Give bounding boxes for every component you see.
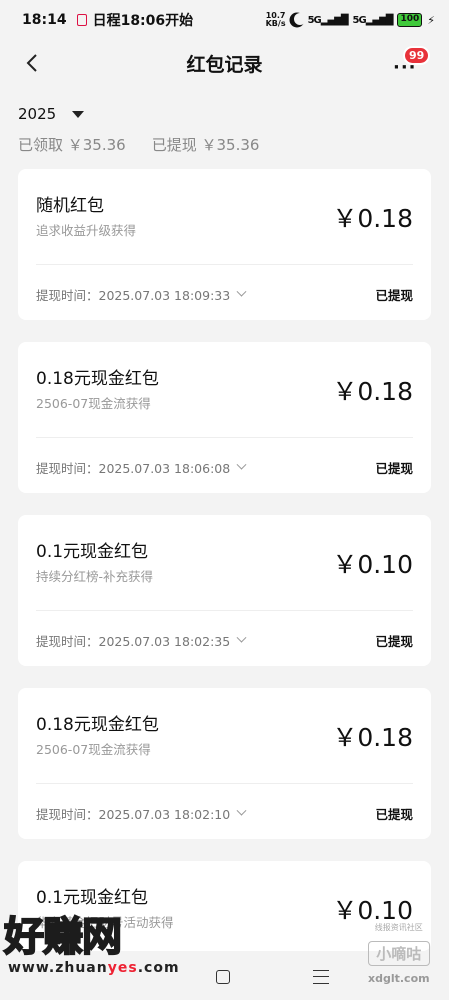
year-label: 2025 xyxy=(18,105,57,123)
status-bar: 18:14 日程18:06开始 10.7 KB/s 5G▂▄▆█ 5G▂▄▆█ … xyxy=(0,0,449,40)
record-status: 已提现 xyxy=(375,807,413,822)
watermark-url: www.zhuanyes.com xyxy=(8,960,180,976)
status-indicators: 10.7 KB/s 5G▂▄▆█ 5G▂▄▆█ 100 ⚡ xyxy=(266,12,435,28)
record-amount: ￥0.18 xyxy=(332,723,413,752)
record-title: 0.18元现金红包 xyxy=(36,369,159,389)
watermark-logo: 线报资讯社区 小嘀咕 xdglt.com xyxy=(368,922,430,985)
divider xyxy=(36,783,413,784)
withdraw-time[interactable]: 提现时间：2025.07.03 18:02:35 xyxy=(36,631,247,650)
record-title: 0.18元现金红包 xyxy=(36,715,159,735)
chevron-left-icon xyxy=(26,54,37,72)
home-key[interactable] xyxy=(216,970,230,984)
record-amount: ￥0.18 xyxy=(332,377,413,406)
received-total: 已领取 ￥35.36 xyxy=(18,136,126,154)
watermark-url: xdglt.com xyxy=(368,972,430,985)
watermark-logo: 好赚网 www.zhuanyes.com xyxy=(3,913,180,976)
moon-icon xyxy=(294,13,306,25)
withdrawn-total: 已提现 ￥35.36 xyxy=(151,136,260,154)
watermark-name: 小嘀咕 xyxy=(368,941,430,966)
net-speed: 10.7 KB/s xyxy=(265,11,286,28)
notification-badge: 99 xyxy=(403,46,431,65)
record-card[interactable]: 随机红包 追求收益升级获得 ￥0.18 提现时间：2025.07.03 18:0… xyxy=(18,169,431,320)
chevron-down-icon xyxy=(236,286,247,297)
calendar-icon xyxy=(76,14,87,26)
signal-icon: 5G▂▄▆█ xyxy=(352,14,394,26)
record-card[interactable]: 0.18元现金红包 2506-07现金流获得 ￥0.18 提现时间：2025.0… xyxy=(18,342,431,493)
record-title: 0.1元现金红包 xyxy=(36,888,149,908)
divider xyxy=(36,437,413,438)
charging-icon: ⚡ xyxy=(427,13,435,27)
withdraw-time[interactable]: 提现时间：2025.07.03 18:06:08 xyxy=(36,458,247,477)
caret-down-icon xyxy=(72,110,85,118)
more-button[interactable]: ··· 99 xyxy=(393,46,431,78)
record-source: 2506-07现金流获得 xyxy=(36,742,151,757)
nav-bar: 红包记录 ··· 99 xyxy=(0,40,449,86)
battery-icon: 100 xyxy=(397,13,423,27)
record-status: 已提现 xyxy=(375,634,413,649)
watermark-tagline: 线报资讯社区 xyxy=(374,923,423,932)
record-amount: ￥0.18 xyxy=(332,204,413,233)
signal-icon: 5G▂▄▆█ xyxy=(307,14,349,26)
watermark-title: 好赚网 xyxy=(3,913,123,961)
chevron-down-icon xyxy=(236,805,247,816)
record-amount: ￥0.10 xyxy=(332,550,413,579)
divider xyxy=(36,610,413,611)
record-source: 持续分红榜-补充获得 xyxy=(36,569,154,584)
record-source: 追求收益升级获得 xyxy=(36,223,137,238)
withdraw-time[interactable]: 提现时间：2025.07.03 18:09:33 xyxy=(36,285,247,304)
menu-key[interactable] xyxy=(313,970,329,984)
chevron-down-icon xyxy=(236,632,247,643)
summary: 已领取 ￥35.36 已提现 ￥35.36 xyxy=(18,134,259,155)
record-source: 2506-07现金流获得 xyxy=(36,396,151,411)
divider xyxy=(36,264,413,265)
record-status: 已提现 xyxy=(375,461,413,476)
back-button[interactable] xyxy=(22,52,44,74)
withdraw-time[interactable]: 提现时间：2025.07.03 18:02:10 xyxy=(36,804,247,823)
status-time: 18:14 xyxy=(22,12,67,28)
record-card[interactable]: 0.1元现金红包 持续分红榜-补充获得 ￥0.10 提现时间：2025.07.0… xyxy=(18,515,431,666)
chevron-down-icon xyxy=(236,459,247,470)
record-status: 已提现 xyxy=(375,288,413,303)
schedule-notice: 日程18:06开始 xyxy=(92,13,194,29)
record-title: 0.1元现金红包 xyxy=(36,542,149,562)
year-selector[interactable]: 2025 xyxy=(18,105,85,123)
page-title: 红包记录 xyxy=(186,53,263,76)
record-title: 随机红包 xyxy=(36,196,104,216)
record-card[interactable]: 0.18元现金红包 2506-07现金流获得 ￥0.18 提现时间：2025.0… xyxy=(18,688,431,839)
